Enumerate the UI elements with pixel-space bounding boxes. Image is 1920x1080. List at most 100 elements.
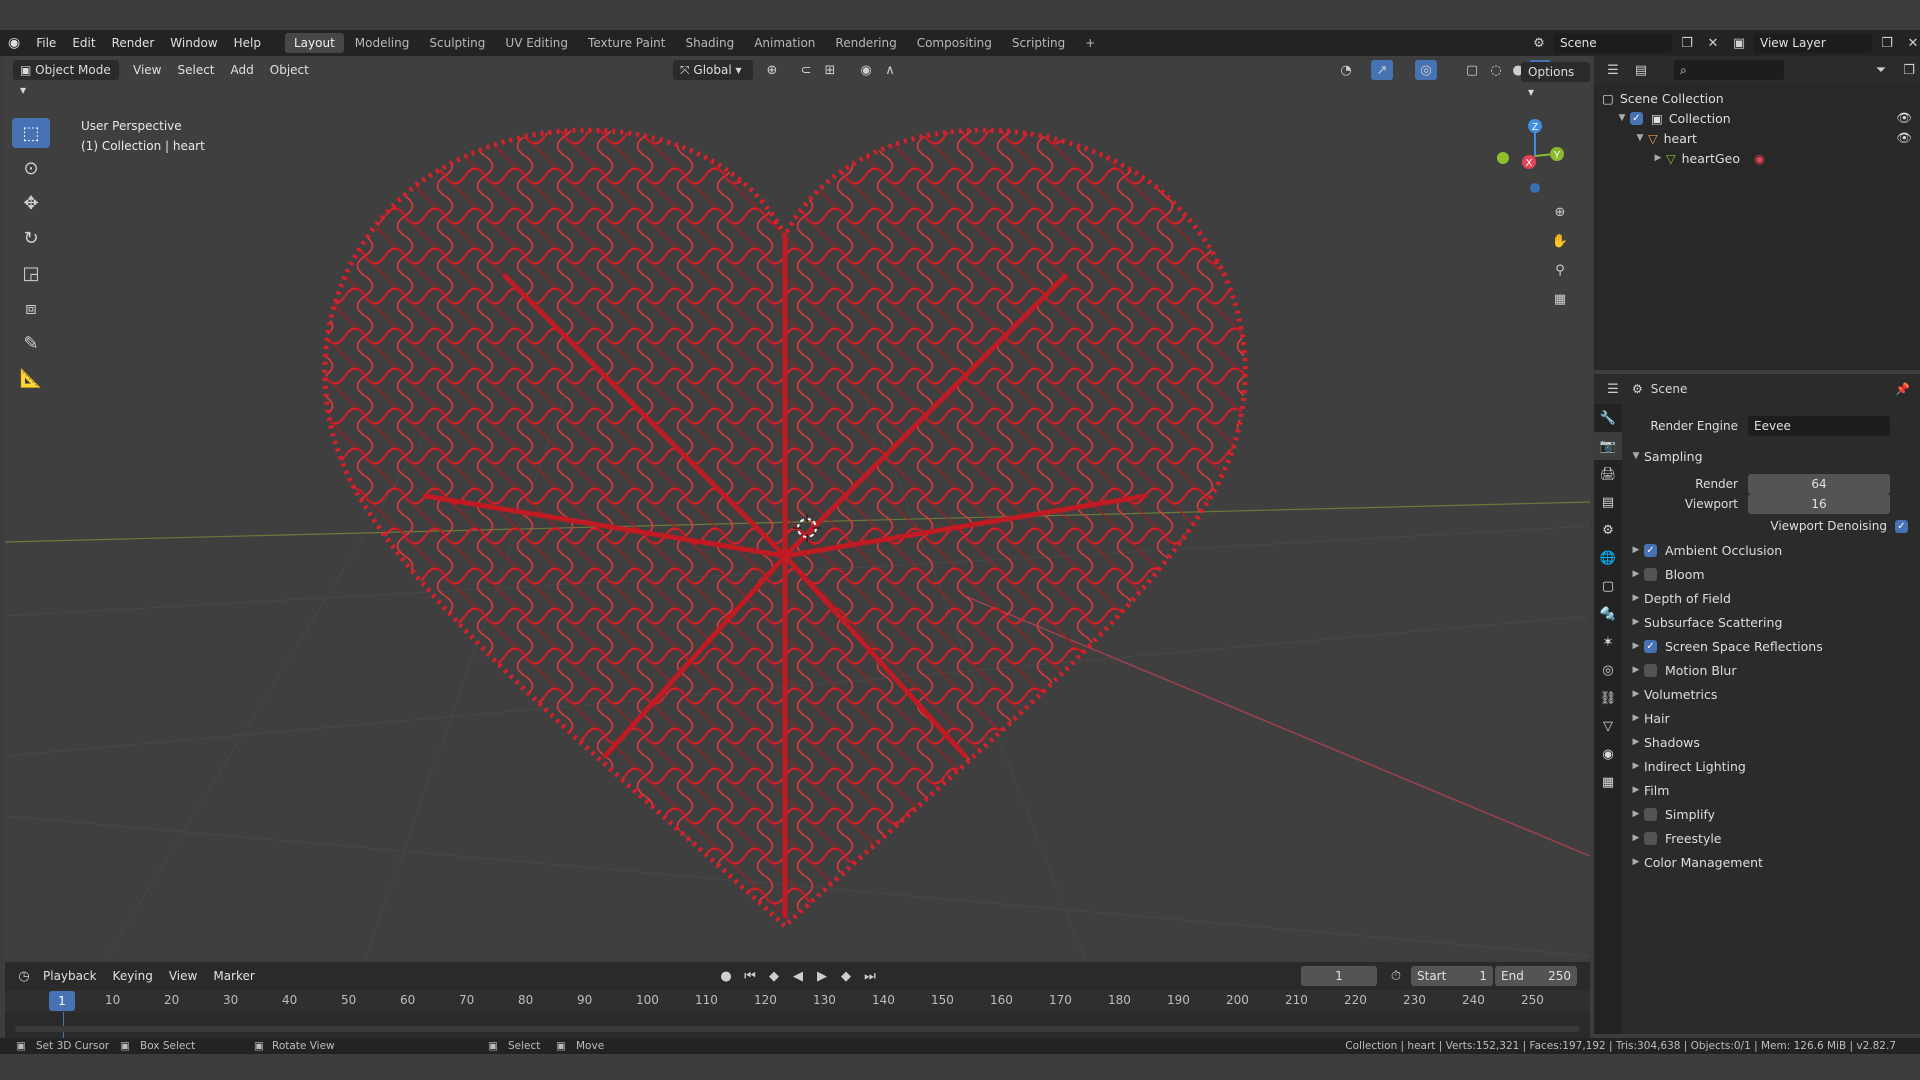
render-section-bloom[interactable]: ▶ Bloom <box>1628 562 1914 586</box>
tab-compositing[interactable]: Compositing <box>908 33 1001 53</box>
section-enable-checkbox[interactable] <box>1644 831 1657 845</box>
editor-type-icon[interactable]: ◷ <box>13 966 35 986</box>
tool-tab-icon[interactable]: 🔧 <box>1594 404 1622 432</box>
snap-icon[interactable]: ⊂ <box>795 60 817 80</box>
outliner-row-heart[interactable]: ▼ ▽ heart 👁 <box>1602 128 1912 148</box>
timeline-menu-playback[interactable]: Playback <box>35 963 105 989</box>
current-frame-field[interactable]: 1 <box>1301 966 1377 986</box>
pivot-point-icon[interactable]: ⊕ <box>761 60 783 80</box>
overlay-toggle-icon[interactable]: ◎ <box>1415 60 1437 80</box>
pan-hand-icon[interactable]: ✋ <box>1549 231 1571 251</box>
section-enable-checkbox[interactable] <box>1644 567 1657 581</box>
render-tab-icon[interactable]: 📷 <box>1594 432 1622 460</box>
filter-icon[interactable]: ⏷ <box>1870 60 1892 80</box>
render-section-volumetrics[interactable]: ▶ Volumetrics <box>1628 682 1914 706</box>
menu-window[interactable]: Window <box>162 30 225 56</box>
ortho-grid-icon[interactable]: ▦ <box>1549 289 1571 309</box>
particles-tab-icon[interactable]: ✶ <box>1594 628 1622 656</box>
data-tab-icon[interactable]: ▽ <box>1594 712 1622 740</box>
section-enable-checkbox[interactable]: ✓ <box>1644 639 1657 653</box>
timeline-menu-view[interactable]: View <box>161 963 205 989</box>
cursor-tool-icon[interactable]: ⊙ <box>12 153 50 183</box>
select-box-tool-icon[interactable]: ⬚ <box>12 118 50 148</box>
scale-tool-icon[interactable]: ◲ <box>12 258 50 288</box>
annotate-tool-icon[interactable]: ✎ <box>12 328 50 358</box>
viewport-menu-select[interactable]: Select <box>169 57 222 83</box>
jump-end-icon[interactable]: ⏭ <box>859 966 881 986</box>
tab-animation[interactable]: Animation <box>745 33 824 53</box>
outliner-row-scene-collection[interactable]: ▢ Scene Collection <box>1602 88 1912 108</box>
view-layer-field[interactable]: View Layer <box>1754 33 1872 53</box>
section-enable-checkbox[interactable] <box>1644 807 1657 821</box>
object-mode-dropdown[interactable]: ▣ Object Mode ▾ <box>13 60 119 97</box>
blender-logo-icon[interactable]: ◉ <box>0 30 28 56</box>
render-section-freestyle[interactable]: ▶ Freestyle <box>1628 826 1914 850</box>
menu-file[interactable]: File <box>28 30 64 56</box>
visibility-icon[interactable]: ◔ <box>1335 60 1357 80</box>
render-section-ambient-occlusion[interactable]: ▶ ✓ Ambient Occlusion <box>1628 538 1914 562</box>
new-view-layer-icon[interactable]: ❐ <box>1876 33 1898 53</box>
editor-type-icon[interactable]: ☰ <box>1602 60 1624 80</box>
tab-modeling[interactable]: Modeling <box>346 33 419 53</box>
outliner-search-input[interactable]: ⌕ <box>1674 60 1784 80</box>
render-section-simplify[interactable]: ▶ Simplify <box>1628 802 1914 826</box>
play-icon[interactable]: ▶ <box>811 966 833 986</box>
render-section-motion-blur[interactable]: ▶ Motion Blur <box>1628 658 1914 682</box>
section-enable-checkbox[interactable]: ✓ <box>1644 543 1657 557</box>
jump-start-icon[interactable]: ⏮ <box>739 966 761 986</box>
transform-orientation-dropdown[interactable]: ⤧ Global ▾ <box>673 60 753 80</box>
material-tab-icon[interactable]: ◉ <box>1594 740 1622 768</box>
falloff-icon[interactable]: ∧ <box>879 60 901 80</box>
render-section-color-management[interactable]: ▶ Color Management <box>1628 850 1914 874</box>
play-reverse-icon[interactable]: ◀ <box>787 966 809 986</box>
tab-uv-editing[interactable]: UV Editing <box>496 33 577 53</box>
new-collection-icon[interactable]: ❐ <box>1898 60 1920 80</box>
gizmo-toggle-icon[interactable]: ↗ <box>1371 60 1393 80</box>
texture-tab-icon[interactable]: ▦ <box>1594 768 1622 796</box>
scene-tab-icon[interactable]: ⚙ <box>1594 516 1622 544</box>
timeline-menu-keying[interactable]: Keying <box>105 963 161 989</box>
viewport-menu-object[interactable]: Object <box>262 57 317 83</box>
add-workspace-icon[interactable]: + <box>1076 33 1104 53</box>
delete-scene-icon[interactable]: ✕ <box>1702 33 1724 53</box>
render-section-shadows[interactable]: ▶ Shadows <box>1628 730 1914 754</box>
heart-object[interactable] <box>305 76 1265 956</box>
zoom-icon[interactable]: ⊕ <box>1549 202 1571 222</box>
menu-edit[interactable]: Edit <box>64 30 103 56</box>
timeline-menu-marker[interactable]: Marker <box>205 963 262 989</box>
menu-render[interactable]: Render <box>104 30 163 56</box>
render-section-subsurface-scattering[interactable]: ▶ Subsurface Scattering <box>1628 610 1914 634</box>
scene-field[interactable]: Scene <box>1554 33 1672 53</box>
start-frame-field[interactable]: Start 1 <box>1411 966 1493 986</box>
expand-icon[interactable]: ▼ <box>1632 133 1648 143</box>
next-keyframe-icon[interactable]: ◆ <box>835 966 857 986</box>
pin-icon[interactable]: 📌 <box>1895 382 1910 396</box>
render-section-indirect-lighting[interactable]: ▶ Indirect Lighting <box>1628 754 1914 778</box>
tab-texture-paint[interactable]: Texture Paint <box>579 33 674 53</box>
render-section-screen-space-reflections[interactable]: ▶ ✓ Screen Space Reflections <box>1628 634 1914 658</box>
eye-icon[interactable]: 👁 <box>1896 110 1912 126</box>
measure-tool-icon[interactable]: 📐 <box>12 363 50 393</box>
viewport-menu-view[interactable]: View <box>125 57 169 83</box>
display-mode-icon[interactable]: ▤ <box>1630 60 1652 80</box>
camera-view-icon[interactable]: ⚲ <box>1549 260 1571 280</box>
navigation-gizmo[interactable]: Z Y X <box>1495 116 1575 196</box>
collection-exclude-checkbox[interactable]: ✓ <box>1630 111 1643 125</box>
proportional-edit-icon[interactable]: ◉ <box>855 60 877 80</box>
end-frame-field[interactable]: End 250 <box>1495 966 1577 986</box>
tab-layout[interactable]: Layout <box>284 33 344 53</box>
frame-ruler[interactable]: 1 10 20 30 40 50 60 70 80 90 100 110 120 130 140 150 16… <box>5 990 1590 1012</box>
new-scene-icon[interactable]: ❐ <box>1676 33 1698 53</box>
xray-icon[interactable]: ▢ <box>1461 60 1483 80</box>
playhead[interactable]: 1 <box>49 991 75 1011</box>
3d-viewport[interactable]: ▣ Object Mode ▾ View Select Add Object ⤧… <box>5 56 1590 960</box>
tab-scripting[interactable]: Scripting <box>1003 33 1074 53</box>
rotate-tool-icon[interactable]: ↻ <box>12 223 50 253</box>
tab-shading[interactable]: Shading <box>676 33 743 53</box>
render-section-depth-of-field[interactable]: ▶ Depth of Field <box>1628 586 1914 610</box>
physics-tab-icon[interactable]: ◎ <box>1594 656 1622 684</box>
modifier-tab-icon[interactable]: 🔩 <box>1594 600 1622 628</box>
scene-icon[interactable]: ⚙ <box>1528 33 1550 53</box>
world-tab-icon[interactable]: 🌐 <box>1594 544 1622 572</box>
editor-type-icon[interactable]: ☰ <box>1602 379 1624 399</box>
